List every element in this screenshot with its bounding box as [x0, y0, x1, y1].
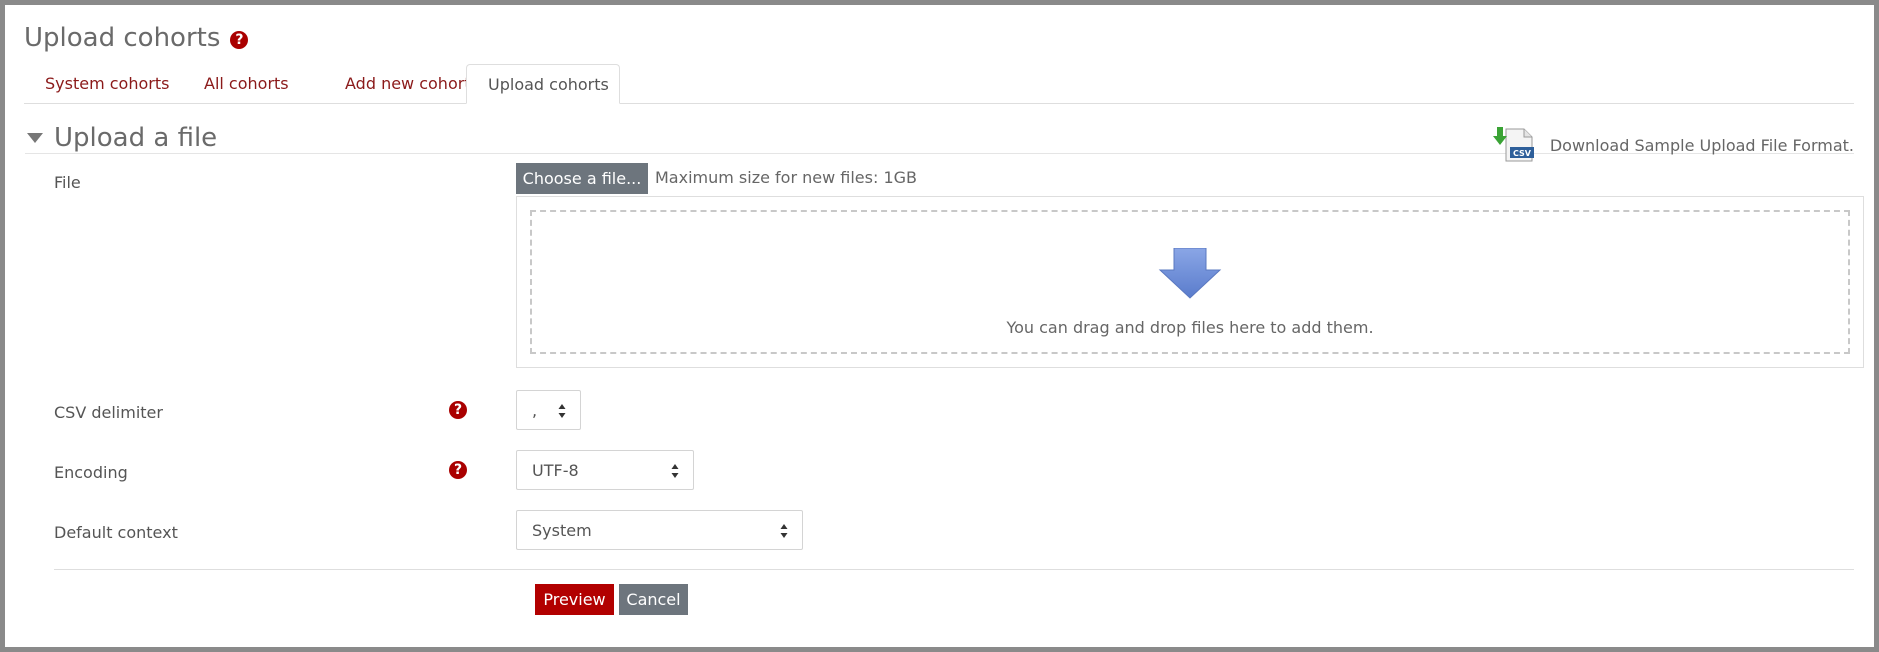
page-frame: Upload cohorts ? System cohorts All coho…	[0, 0, 1879, 652]
csv-delimiter-help-icon[interactable]: ?	[449, 401, 467, 419]
dropzone-dashed-area[interactable]: You can drag and drop files here to add …	[530, 210, 1850, 354]
help-icon[interactable]: ?	[230, 31, 249, 49]
choose-file-button[interactable]: Choose a file...	[516, 163, 648, 194]
encoding-label: Encoding	[54, 463, 128, 482]
default-context-value: System	[532, 521, 592, 540]
tab-system-cohorts[interactable]: System cohorts	[24, 64, 190, 103]
file-dropzone[interactable]: You can drag and drop files here to add …	[516, 196, 1864, 368]
drop-arrow-icon	[1158, 248, 1222, 299]
page-title: Upload cohorts	[24, 23, 221, 53]
drop-hint-text: You can drag and drop files here to add …	[1006, 318, 1374, 337]
encoding-help-icon[interactable]: ?	[449, 461, 467, 479]
download-sample-label[interactable]: Download Sample Upload File Format.	[1550, 136, 1854, 155]
file-label: File	[54, 173, 81, 192]
tab-bar: System cohorts All cohorts Add new cohor…	[24, 64, 1854, 104]
cancel-button[interactable]: Cancel	[619, 584, 688, 615]
tab-upload-cohorts[interactable]: Upload cohorts	[466, 64, 620, 104]
csv-file-icon: CSV	[1492, 127, 1534, 162]
default-context-select[interactable]: System	[516, 510, 803, 550]
select-arrows-icon	[558, 404, 566, 418]
form-divider	[54, 569, 1854, 570]
page-title-row: Upload cohorts ?	[24, 23, 249, 53]
max-size-text: Maximum size for new files: 1GB	[655, 168, 918, 187]
encoding-value: UTF-8	[532, 461, 579, 480]
collapse-triangle-icon[interactable]	[27, 133, 43, 143]
tab-all-cohorts[interactable]: All cohorts	[183, 64, 310, 103]
download-sample-link[interactable]: CSV Download Sample Upload File Format.	[1492, 127, 1854, 163]
section-title: Upload a file	[54, 123, 218, 153]
csv-badge-text: CSV	[1513, 149, 1532, 158]
select-arrows-icon	[671, 464, 679, 478]
csv-delimiter-value: ,	[532, 401, 538, 420]
preview-button[interactable]: Preview	[535, 584, 614, 615]
encoding-select[interactable]: UTF-8	[516, 450, 694, 490]
select-arrows-icon	[780, 524, 788, 538]
csv-delimiter-label: CSV delimiter	[54, 403, 163, 422]
default-context-label: Default context	[54, 523, 178, 542]
csv-delimiter-select[interactable]: ,	[516, 390, 581, 430]
